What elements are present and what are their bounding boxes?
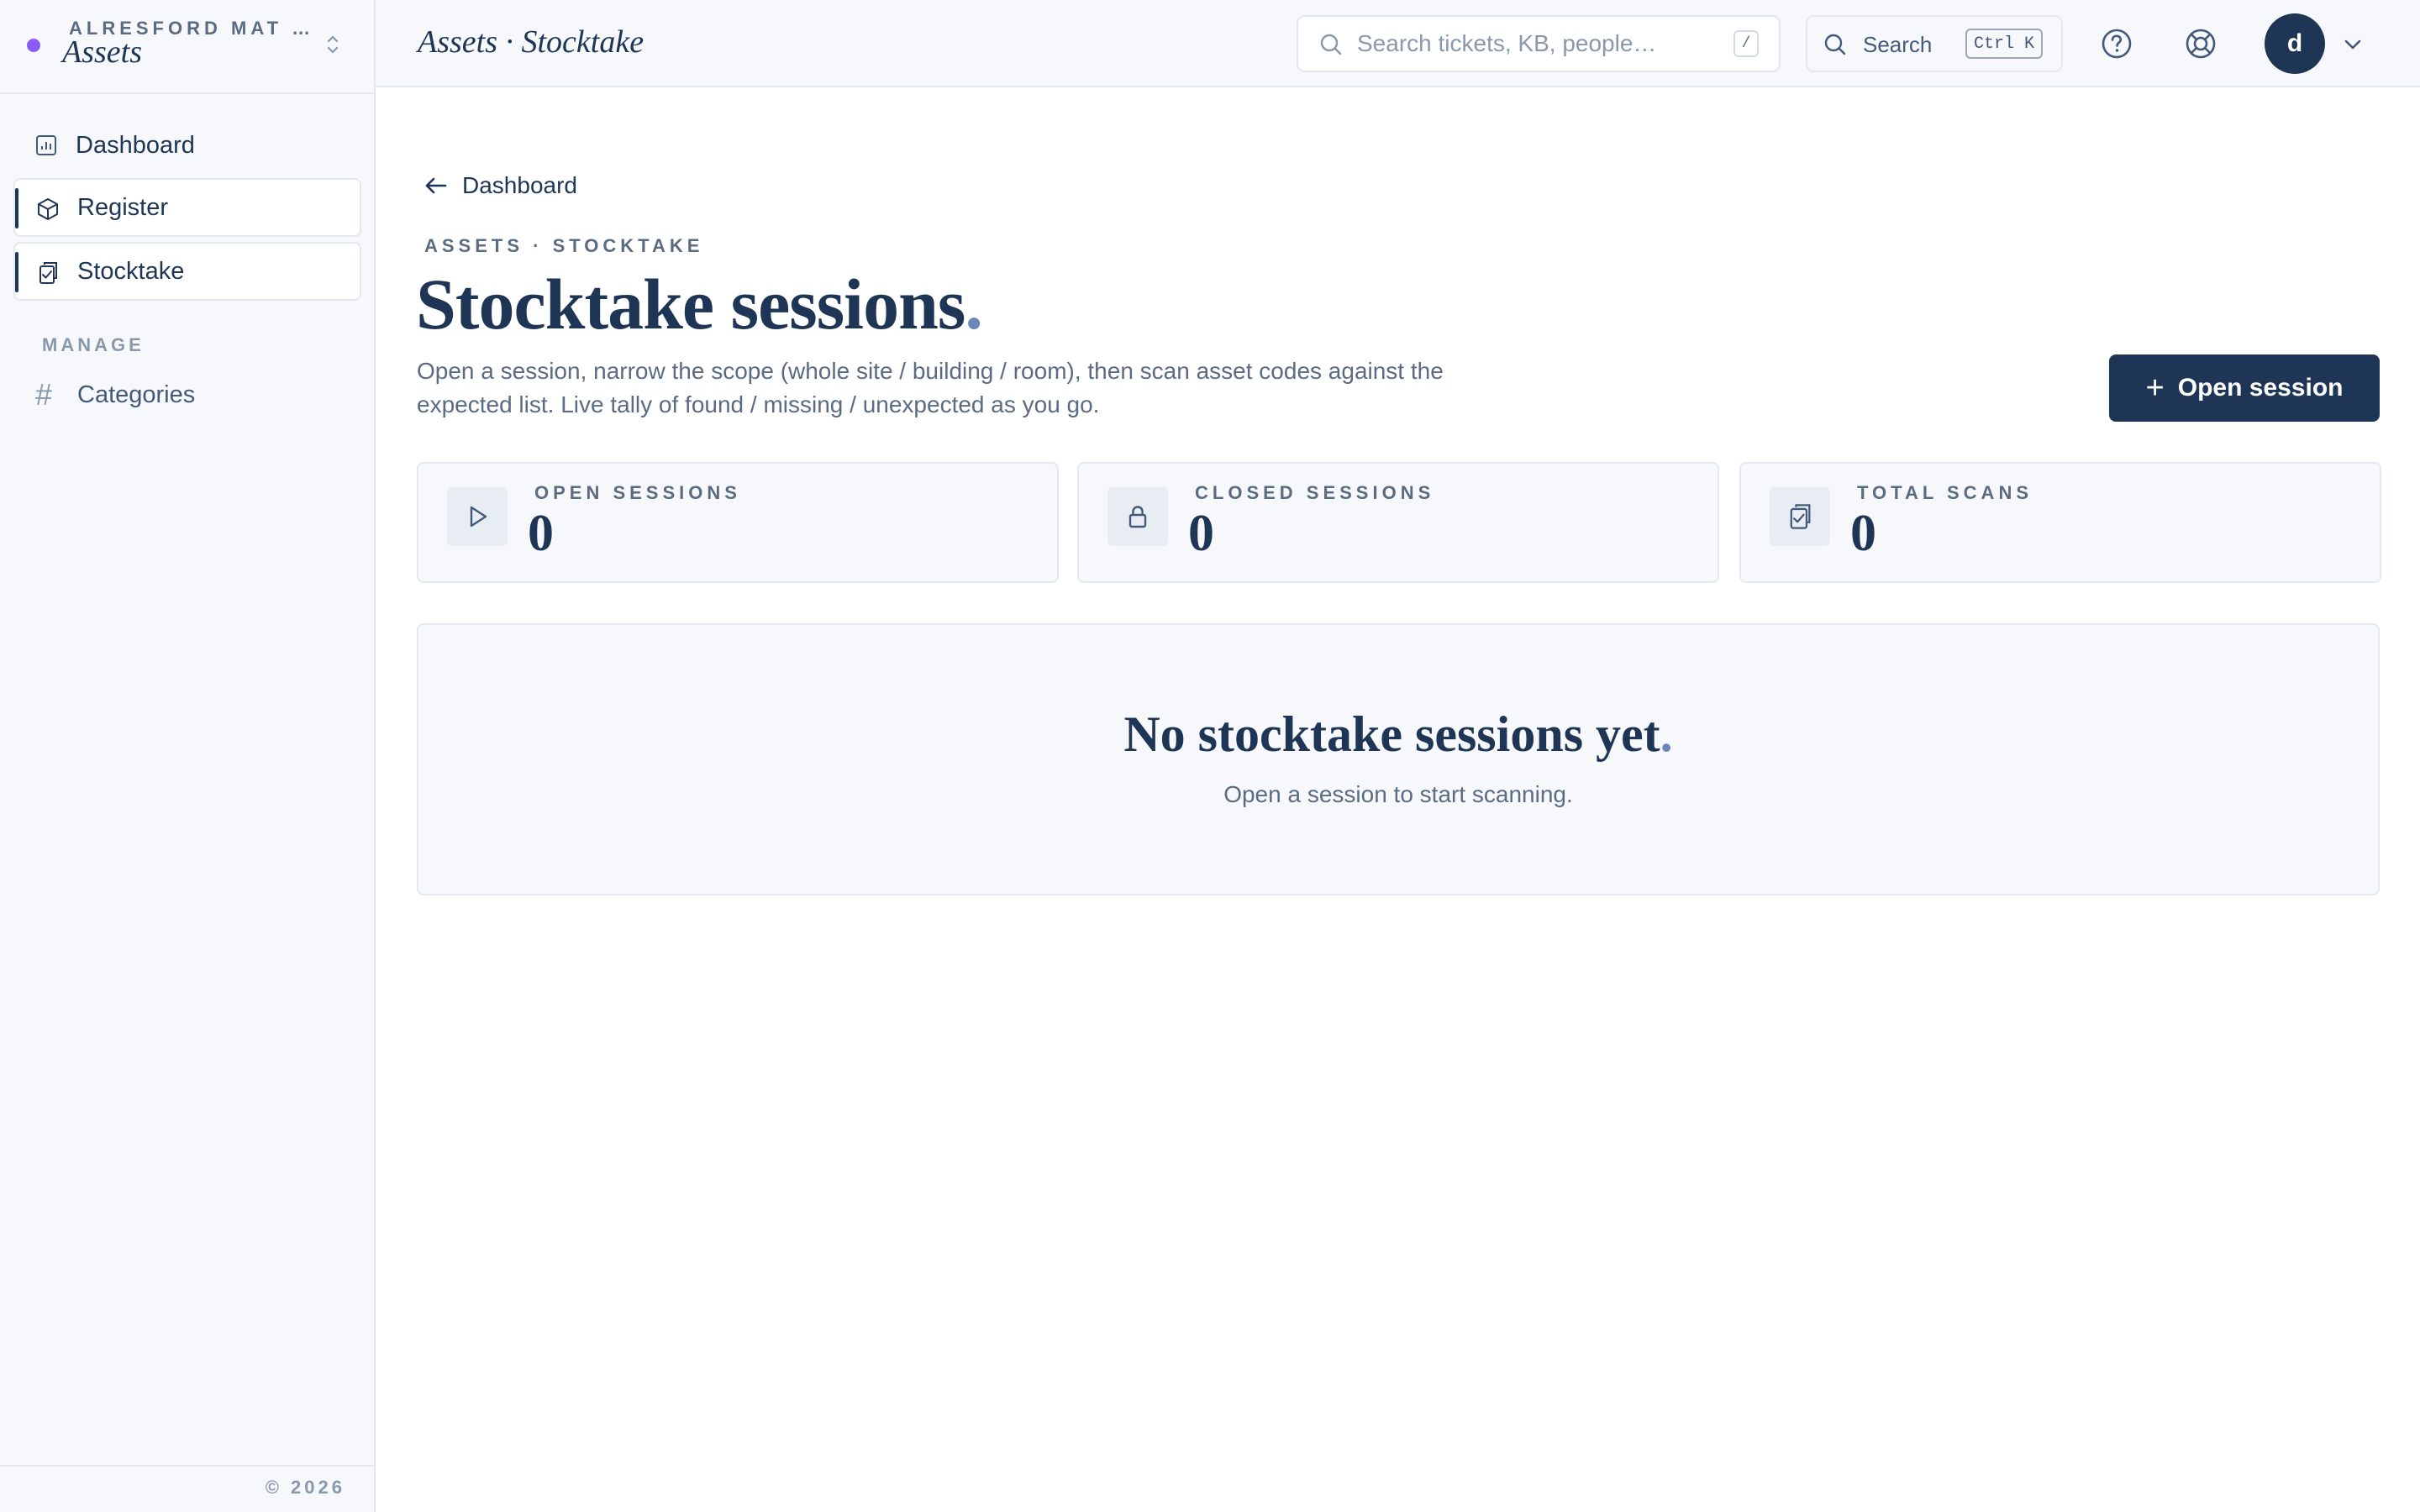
empty-state-subtitle: Open a session to start scanning.: [1223, 781, 1573, 807]
page-title: Stocktake sessions.: [416, 262, 983, 346]
lifebuoy-icon[interactable]: [2184, 27, 2217, 60]
workspace-name: Assets: [62, 34, 142, 70]
stat-label: TOTAL SCANS: [1857, 482, 2033, 503]
page-eyebrow: ASSETS · STOCKTAKE: [424, 235, 704, 256]
lock-icon: [1128, 506, 1147, 528]
page-title-text: Stocktake sessions: [416, 264, 965, 344]
search-input[interactable]: [1357, 29, 1718, 59]
chevron-updown-icon: [327, 35, 339, 54]
back-link-label: Dashboard: [462, 172, 577, 198]
box-icon: [38, 198, 58, 220]
sidebar-item-label: Dashboard: [76, 131, 195, 159]
stat-card-closed-sessions: CLOSED SESSIONS 0: [1077, 462, 1719, 583]
clipboard-check-icon: [39, 262, 57, 284]
search-button-label: Search: [1863, 32, 1933, 57]
open-session-label: Open session: [2177, 374, 2344, 402]
sidebar-footer: © 2026: [0, 1465, 374, 1512]
search-shortcut-key: /: [1733, 30, 1759, 57]
user-avatar[interactable]: d: [2265, 13, 2325, 74]
topbar: Assets · Stocktake / Search Ctrl K d: [376, 0, 2420, 87]
sidebar-item-label: Stocktake: [77, 257, 185, 285]
page-breadcrumb-title: Assets · Stocktake: [418, 24, 644, 60]
stat-value: 0: [528, 505, 554, 562]
stat-label: OPEN SESSIONS: [534, 482, 741, 503]
stat-value: 0: [1850, 505, 1876, 562]
sidebar-item-label: Register: [77, 193, 168, 221]
chevron-down-icon[interactable]: [2342, 34, 2364, 55]
search-icon: [1320, 34, 1342, 55]
sidebar-item-stocktake[interactable]: Stocktake: [13, 242, 361, 301]
search-button[interactable]: Search Ctrl K: [1806, 15, 2063, 72]
sidebar-item-categories[interactable]: # Categories: [13, 367, 361, 423]
sidebar: ALRESFORD MAT … Assets Dashboard Registe…: [0, 0, 376, 1512]
sidebar-item-dashboard[interactable]: Dashboard: [13, 116, 361, 175]
hash-icon: #: [35, 377, 53, 412]
empty-state: No stocktake sessions yet. Open a sessio…: [417, 623, 2380, 895]
stat-icon-box: [447, 487, 508, 546]
back-link[interactable]: Dashboard: [422, 166, 577, 205]
empty-state-title: No stocktake sessions yet.: [418, 706, 2378, 764]
search-icon: [1824, 34, 1846, 55]
global-search[interactable]: /: [1297, 15, 1781, 72]
arrow-left-icon: [425, 177, 447, 194]
stat-value: 0: [1188, 505, 1214, 562]
empty-state-title-accent: .: [1660, 706, 1673, 762]
stat-label: CLOSED SESSIONS: [1195, 482, 1435, 503]
clipboard-check-icon: [1790, 504, 1811, 529]
empty-state-title-text: No stocktake sessions yet: [1123, 706, 1660, 762]
workspace-switcher[interactable]: ALRESFORD MAT … Assets: [0, 0, 374, 94]
stat-card-total-scans: TOTAL SCANS 0: [1739, 462, 2381, 583]
sidebar-item-label: Categories: [77, 381, 196, 408]
stat-icon-box: [1770, 487, 1830, 546]
help-icon[interactable]: [2100, 27, 2133, 60]
plus-icon: +: [2145, 370, 2165, 406]
stat-icon-box: [1107, 487, 1168, 546]
workspace-status-dot: [27, 39, 40, 52]
sidebar-item-register[interactable]: Register: [13, 178, 361, 237]
stat-card-open-sessions: OPEN SESSIONS 0: [417, 462, 1059, 583]
chart-icon: [36, 135, 56, 155]
page-description: Open a session, narrow the scope (whole …: [417, 358, 1444, 417]
page-title-accent: .: [965, 264, 982, 344]
open-session-button[interactable]: + Open session: [2109, 354, 2380, 422]
sidebar-section-label: MANAGE: [42, 334, 145, 355]
play-icon: [470, 506, 487, 528]
search-button-shortcut: Ctrl K: [1965, 29, 2043, 59]
